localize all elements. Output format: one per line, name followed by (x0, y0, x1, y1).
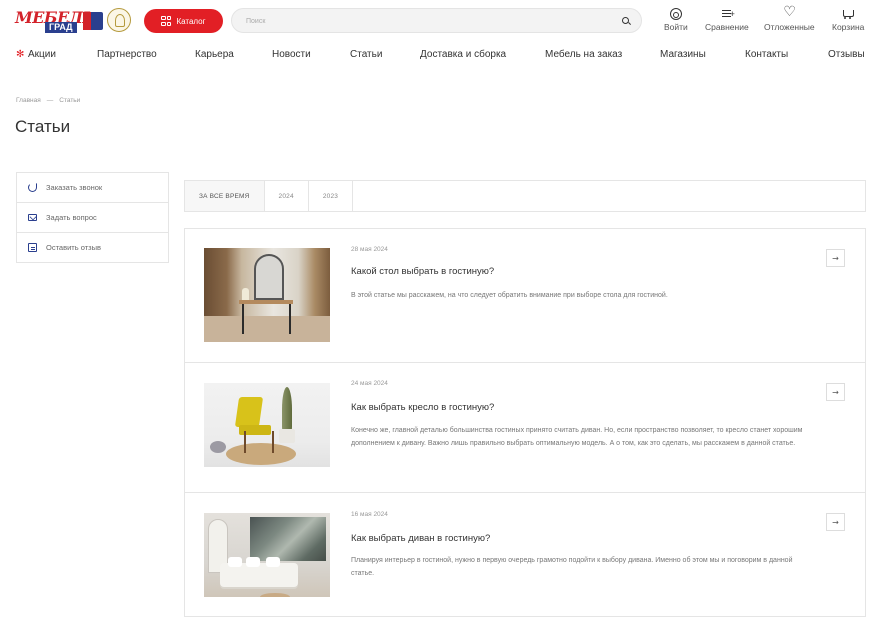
nav-item-reviews[interactable]: Отзывы (828, 49, 865, 60)
logo-flag-icon (83, 12, 103, 30)
nav-item-sales[interactable]: ✻ Акции (16, 49, 56, 60)
nav-item-stores[interactable]: Магазины (660, 49, 706, 60)
mail-icon (28, 214, 37, 221)
arrow-right-icon: → (832, 517, 839, 527)
sidebar: Заказать звонок Задать вопрос Оставить о… (16, 172, 169, 263)
article-image[interactable] (204, 248, 330, 342)
sidebar-item-callback[interactable]: Заказать звонок (16, 172, 169, 203)
login-label: Войти (664, 22, 688, 32)
article-title[interactable]: Как выбрать диван в гостиную? (351, 533, 490, 544)
arrow-right-icon: → (832, 253, 839, 263)
nav-item-custom-furniture[interactable]: Мебель на заказ (545, 49, 622, 60)
logo-emblem-icon (107, 8, 131, 32)
catalog-button-label: Каталог (176, 16, 206, 26)
nav-item-news[interactable]: Новости (272, 49, 311, 60)
article-open-button[interactable]: → (826, 513, 845, 531)
compare-button[interactable]: Сравнение (705, 8, 749, 32)
article-description: Планируя интерьер в гостиной, нужно в пе… (351, 557, 793, 577)
tab-all-time[interactable]: ЗА ВСЕ ВРЕМЯ (185, 181, 265, 211)
article-title[interactable]: Какой стол выбрать в гостиную? (351, 266, 494, 277)
cart-label: Корзина (832, 22, 865, 32)
logo-wordmark: МЕБЕЛЬ ГРАД (15, 8, 103, 34)
compare-icon (721, 8, 735, 20)
article-card[interactable]: 24 мая 2024 Как выбрать кресло в гостину… (184, 362, 866, 493)
catalog-button[interactable]: Каталог (144, 9, 223, 33)
sidebar-item-label: Заказать звонок (46, 183, 103, 192)
article-title[interactable]: Как выбрать кресло в гостиную? (351, 402, 494, 413)
article-description: Конечно же, главной деталью большинства … (351, 427, 803, 447)
user-icon (669, 8, 682, 20)
sidebar-item-review[interactable]: Оставить отзыв (16, 232, 169, 263)
article-description: В этой статье мы расскажем, на что следу… (351, 292, 668, 299)
breadcrumb-separator: — (46, 97, 54, 104)
article-image[interactable] (204, 383, 330, 467)
search-icon[interactable] (622, 17, 629, 24)
article-card[interactable]: 16 мая 2024 Как выбрать диван в гостиную… (184, 492, 866, 617)
tab-2024[interactable]: 2024 (265, 181, 309, 211)
login-button[interactable]: Войти (664, 8, 688, 32)
sale-icon: ✻ (16, 49, 25, 60)
article-date: 28 мая 2024 (351, 246, 388, 253)
arrow-right-icon: → (832, 387, 839, 397)
article-image[interactable] (204, 513, 330, 597)
main-nav: ✻ Акции Партнерство Карьера Новости Стать… (0, 42, 881, 70)
article-date: 24 мая 2024 (351, 380, 388, 387)
breadcrumb-home[interactable]: Главная (16, 97, 41, 104)
site-logo[interactable]: МЕБЕЛЬ ГРАД (15, 6, 131, 36)
nav-item-contacts[interactable]: Контакты (745, 49, 788, 60)
nav-item-partnership[interactable]: Партнерство (97, 49, 157, 60)
grid-icon (161, 16, 172, 26)
nav-item-articles[interactable]: Статьи (350, 49, 382, 60)
article-date: 16 мая 2024 (351, 511, 388, 518)
cart-button[interactable]: Корзина (832, 8, 864, 32)
sidebar-item-label: Оставить отзыв (46, 243, 101, 252)
breadcrumb-current: Статьи (59, 97, 81, 104)
article-open-button[interactable]: → (826, 383, 845, 401)
search-input[interactable] (246, 13, 606, 29)
page-title: Статьи (15, 117, 71, 136)
phone-icon (28, 183, 37, 192)
tab-2023[interactable]: 2023 (309, 181, 354, 211)
nav-item-career[interactable]: Карьера (195, 49, 234, 60)
logo-brand-sub: ГРАД (45, 22, 77, 33)
article-open-button[interactable]: → (826, 249, 845, 267)
sidebar-item-label: Задать вопрос (46, 213, 97, 222)
article-card[interactable]: 28 мая 2024 Какой стол выбрать в гостину… (184, 228, 866, 363)
nav-item-delivery[interactable]: Доставка и сборка (420, 49, 506, 60)
sidebar-item-question[interactable]: Задать вопрос (16, 202, 169, 233)
cart-icon (842, 8, 855, 20)
favorites-button[interactable]: Отложенные (764, 5, 815, 32)
favorites-label: Отложенные (764, 22, 815, 32)
breadcrumb: Главная — Статьи (16, 97, 80, 104)
search-bar (231, 8, 642, 33)
year-filter-tabs: ЗА ВСЕ ВРЕМЯ 2024 2023 (184, 180, 866, 212)
compare-label: Сравнение (705, 22, 749, 32)
nav-item-label: Акции (28, 49, 56, 60)
site-header: МЕБЕЛЬ ГРАД Каталог Войти Сравнение Отло… (0, 0, 881, 42)
heart-icon (783, 5, 796, 20)
chat-icon (28, 243, 37, 252)
